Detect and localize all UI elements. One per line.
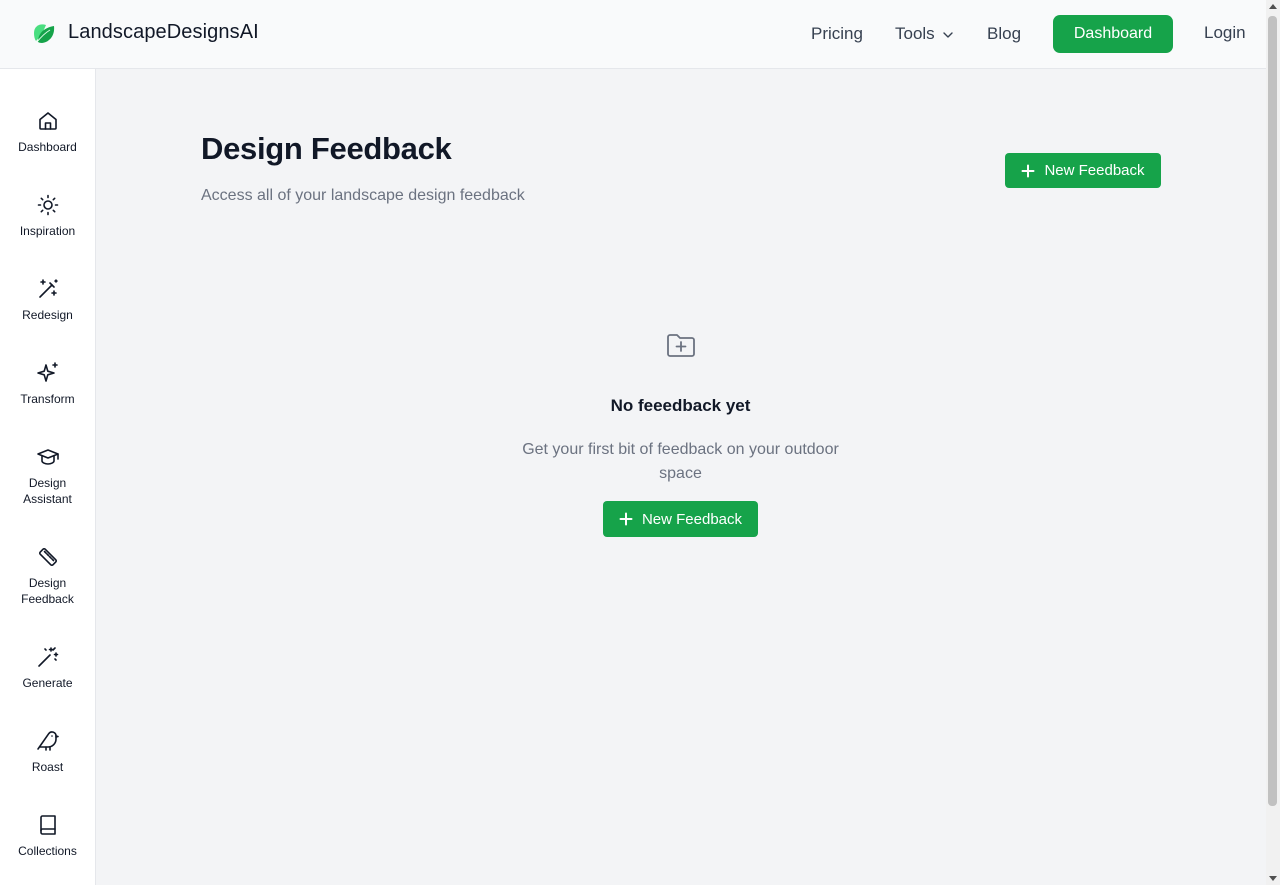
leaf-logo-icon [34,24,55,43]
sidebar-item-label: Dashboard [18,140,77,154]
book-icon [39,815,56,835]
sidebar-item-design-feedback[interactable]: Design Feedback [0,545,95,607]
scroll-up-arrow-icon[interactable] [1269,4,1277,9]
plus-icon [619,512,633,526]
wand-sparkles-icon [37,647,58,667]
sidebar-item-label: Roast [31,760,64,774]
sidebar-item-roast[interactable]: Roast [0,729,95,775]
new-feedback-label: New Feedback [1044,162,1145,179]
sidebar-item-label: Generate [22,676,73,690]
sidebar: Dashboard Inspiration Redesign Transform… [0,69,96,885]
nav-blog-link[interactable]: Blog [987,24,1021,44]
magic-wand-icon [38,279,58,298]
bird-icon [36,731,59,751]
empty-state-subtitle: Get your first bit of feedback on your o… [522,441,839,482]
login-link[interactable]: Login [1204,23,1246,43]
scrollbar-thumb[interactable] [1268,16,1277,806]
vertical-scrollbar[interactable] [1266,0,1280,885]
page-subtitle: Access all of your landscape design feed… [201,187,525,204]
sun-icon [37,194,58,216]
chevron-down-icon [942,32,953,38]
sidebar-item-label: Design Feedback [21,576,74,606]
scroll-down-arrow-icon[interactable] [1269,876,1277,881]
sidebar-item-redesign[interactable]: Redesign [0,277,95,323]
home-icon [38,112,57,130]
empty-state-title: No feeedback yet [610,396,751,415]
new-feedback-label: New Feedback [641,510,743,528]
sidebar-item-label: Inspiration [19,224,76,238]
plus-icon [1021,164,1035,177]
sidebar-item-generate[interactable]: Generate [0,645,95,691]
sidebar-item-label: Transform [20,392,75,406]
sidebar-item-label: Collections [18,844,77,858]
page-title: Design Feedback [201,131,452,166]
sidebar-item-dashboard[interactable]: Dashboard [0,109,95,155]
graduation-cap-icon [36,449,59,465]
nav-pricing-link[interactable]: Pricing [811,24,863,44]
sidebar-item-transform[interactable]: Transform [0,361,95,407]
nav-tools-dropdown[interactable]: Tools [895,24,955,44]
brand[interactable]: LandscapeDesignsAI [31,20,259,45]
new-feedback-button[interactable]: New Feedback [1005,153,1161,188]
dashboard-button[interactable]: Dashboard [1053,15,1173,53]
sidebar-item-collections[interactable]: Collections [0,813,95,859]
ruler-icon [38,547,57,567]
sidebar-item-inspiration[interactable]: Inspiration [0,193,95,239]
sidebar-item-design-assistant[interactable]: Design Assistant [0,445,95,507]
sidebar-item-label: Redesign [22,308,73,322]
empty-state-new-feedback-button[interactable]: New Feedback [603,501,758,537]
nav-tools-label: Tools [895,24,935,43]
sparkles-icon [36,362,58,382]
sidebar-item-label: Design Assistant [23,476,72,506]
brand-name: LandscapeDesignsAI [68,21,259,43]
folder-plus-icon [665,329,697,361]
